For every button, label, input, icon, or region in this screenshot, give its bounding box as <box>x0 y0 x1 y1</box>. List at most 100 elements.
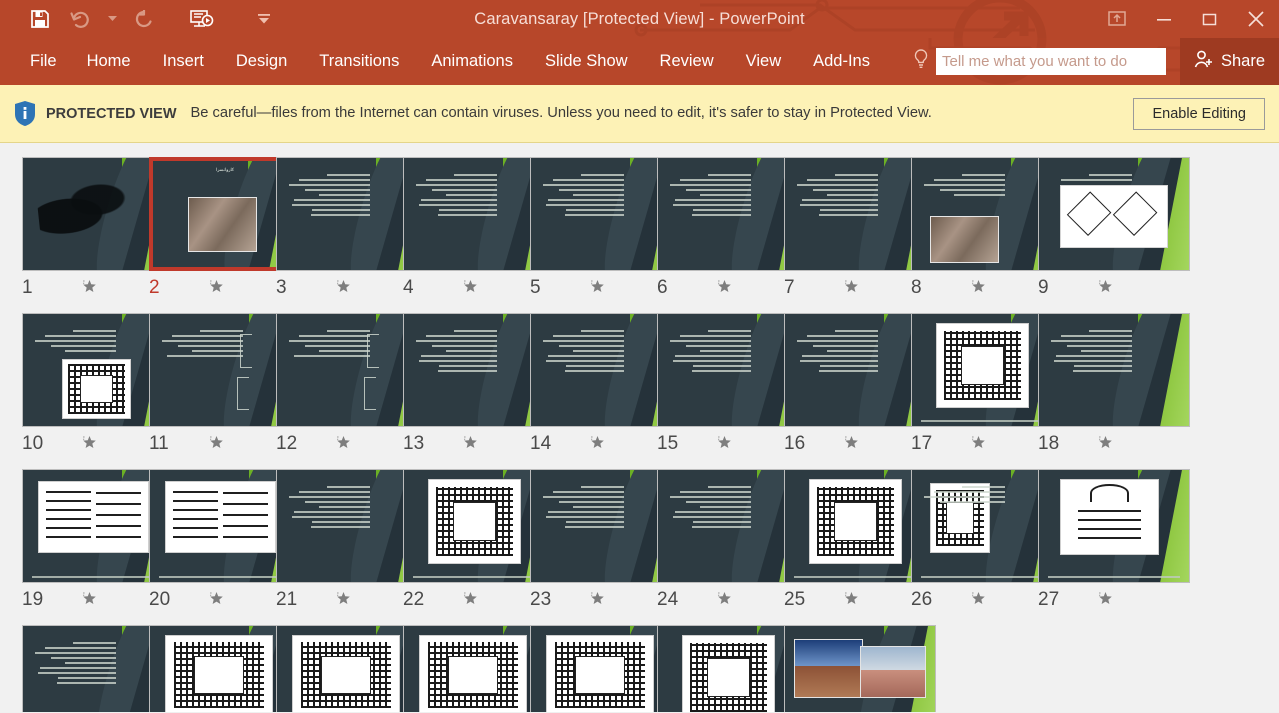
slide-thumbnail-cell[interactable]: 17 <box>911 313 1063 455</box>
tab-review[interactable]: Review <box>644 46 730 77</box>
tab-home[interactable]: Home <box>71 46 147 77</box>
slide-number: 18 <box>1038 433 1060 454</box>
slide-thumbnail-cell[interactable]: 24 <box>657 469 809 611</box>
animation-star-icon[interactable] <box>1098 435 1113 454</box>
share-button[interactable]: Share <box>1179 38 1279 85</box>
slide-thumbnail-cell[interactable]: 7 <box>784 157 936 299</box>
slide-thumbnail-cell[interactable]: 20 <box>149 469 301 611</box>
tell-me-area: Tell me what you want to do <box>912 48 1166 75</box>
animation-star-icon[interactable] <box>463 435 478 454</box>
animation-star-icon[interactable] <box>971 591 986 610</box>
animation-star-icon[interactable] <box>1098 591 1113 610</box>
animation-star-icon[interactable] <box>336 279 351 298</box>
slide-thumbnail-cell[interactable]: 31 <box>403 625 555 712</box>
slide-thumbnail-cell[interactable]: 5 <box>530 157 682 299</box>
slide-thumbnail-cell[interactable]: 6 <box>657 157 809 299</box>
slide-number: 5 <box>530 277 541 298</box>
undo-icon[interactable] <box>60 4 100 34</box>
slide-thumbnail-cell[interactable]: 15 <box>657 313 809 455</box>
slide-thumbnail-cell[interactable]: 8 <box>911 157 1063 299</box>
slide-thumbnail-cell[interactable]: 10 <box>22 313 174 455</box>
slide-number: 1 <box>22 277 33 298</box>
slide-thumbnail-cell[interactable]: 14 <box>530 313 682 455</box>
animation-star-icon[interactable] <box>209 435 224 454</box>
slide-thumbnail-cell[interactable]: 3 <box>276 157 428 299</box>
animation-star-icon[interactable] <box>82 279 97 298</box>
customize-qat-icon[interactable] <box>244 4 284 34</box>
tab-transitions[interactable]: Transitions <box>303 46 415 77</box>
save-icon[interactable] <box>20 4 60 34</box>
slide-thumbnail-cell[interactable]: 9 <box>1038 157 1190 299</box>
animation-star-icon[interactable] <box>336 435 351 454</box>
slide-number: 17 <box>911 433 933 454</box>
animation-star-icon[interactable] <box>209 591 224 610</box>
animation-star-icon[interactable] <box>590 591 605 610</box>
slide-thumbnail-cell[interactable]: 1 <box>22 157 174 299</box>
slide-thumbnail-cell[interactable]: 29 <box>149 625 301 712</box>
animation-star-icon[interactable] <box>844 435 859 454</box>
slide-thumbnail-cell[interactable]: 22 <box>403 469 555 611</box>
restore-icon[interactable] <box>1187 0 1233 38</box>
slide-thumbnail-cell[interactable]: 4 <box>403 157 555 299</box>
animation-star-icon[interactable] <box>590 279 605 298</box>
slide-thumbnail-cell[interactable]: 16 <box>784 313 936 455</box>
slide-number: 24 <box>657 589 679 610</box>
slide-thumbnail[interactable] <box>1038 469 1190 583</box>
slide-thumbnail-cell[interactable]: 12 <box>276 313 428 455</box>
animation-star-icon[interactable] <box>717 591 732 610</box>
tab-design[interactable]: Design <box>220 46 303 77</box>
slide-thumbnail-cell[interactable]: 26 <box>911 469 1063 611</box>
slide-thumbnail-cell[interactable]: 28 <box>22 625 174 712</box>
animation-star-icon[interactable] <box>844 591 859 610</box>
animation-star-icon[interactable] <box>971 435 986 454</box>
slide-thumbnail-cell[interactable]: 27 <box>1038 469 1190 611</box>
slide-number: 22 <box>403 589 425 610</box>
slide-thumbnail-cell[interactable]: 30 <box>276 625 428 712</box>
slide-thumbnail-cell[interactable]: 25 <box>784 469 936 611</box>
tell-me-input[interactable]: Tell me what you want to do <box>936 48 1166 75</box>
tab-view[interactable]: View <box>730 46 797 77</box>
tab-insert[interactable]: Insert <box>147 46 220 77</box>
animation-star-icon[interactable] <box>717 279 732 298</box>
title-bar: Caravansaray [Protected View] - PowerPoi… <box>0 0 1279 38</box>
slide-thumbnail-cell[interactable]: 23 <box>530 469 682 611</box>
slide-thumbnail[interactable] <box>1038 313 1190 427</box>
animation-star-icon[interactable] <box>82 435 97 454</box>
slideshow-icon[interactable] <box>182 4 222 34</box>
tab-add-ins[interactable]: Add-Ins <box>797 46 886 77</box>
animation-star-icon[interactable] <box>336 591 351 610</box>
chevron-down-icon[interactable] <box>100 4 124 34</box>
slide-thumbnail-cell[interactable]: 11 <box>149 313 301 455</box>
animation-star-icon[interactable] <box>1098 279 1113 298</box>
slide-thumbnail-cell[interactable]: 32 <box>530 625 682 712</box>
slide-thumbnail-cell[interactable]: 13 <box>403 313 555 455</box>
tab-slide-show[interactable]: Slide Show <box>529 46 644 77</box>
enable-editing-button[interactable]: Enable Editing <box>1133 97 1265 130</box>
animation-star-icon[interactable] <box>463 279 478 298</box>
animation-star-icon[interactable] <box>717 435 732 454</box>
slide-thumbnail-cell[interactable]: 33 <box>657 625 809 712</box>
tab-file[interactable]: File <box>20 46 71 77</box>
slide-thumbnail-cell[interactable]: 34 <box>784 625 936 712</box>
animation-star-icon[interactable] <box>971 279 986 298</box>
redo-icon[interactable] <box>124 4 164 34</box>
slide-thumbnail-cell[interactable]: 19 <box>22 469 174 611</box>
tab-animations[interactable]: Animations <box>415 46 529 77</box>
slide-number: 8 <box>911 277 922 298</box>
close-icon[interactable] <box>1233 0 1279 38</box>
slide-number: 4 <box>403 277 414 298</box>
slide-artwork <box>1039 314 1189 426</box>
animation-star-icon[interactable] <box>590 435 605 454</box>
animation-star-icon[interactable] <box>844 279 859 298</box>
animation-star-icon[interactable] <box>463 591 478 610</box>
animation-star-icon[interactable] <box>82 591 97 610</box>
slide-thumbnail-cell[interactable]: کاروانسرا 2 <box>149 157 301 299</box>
slide-thumbnail[interactable] <box>784 625 936 712</box>
ribbon-display-options-icon[interactable] <box>1093 0 1141 38</box>
slide-thumbnail-cell[interactable]: 18 <box>1038 313 1190 455</box>
slide-thumbnail-cell[interactable]: 21 <box>276 469 428 611</box>
minimize-icon[interactable] <box>1141 0 1187 38</box>
slide-sorter-pane[interactable]: 1 کاروانسرا 2 3 4 5 6 7 8 9 10 11 12 13 14 15 16 17 18 19 20… <box>0 143 1279 712</box>
slide-thumbnail[interactable] <box>1038 157 1190 271</box>
animation-star-icon[interactable] <box>209 279 224 298</box>
